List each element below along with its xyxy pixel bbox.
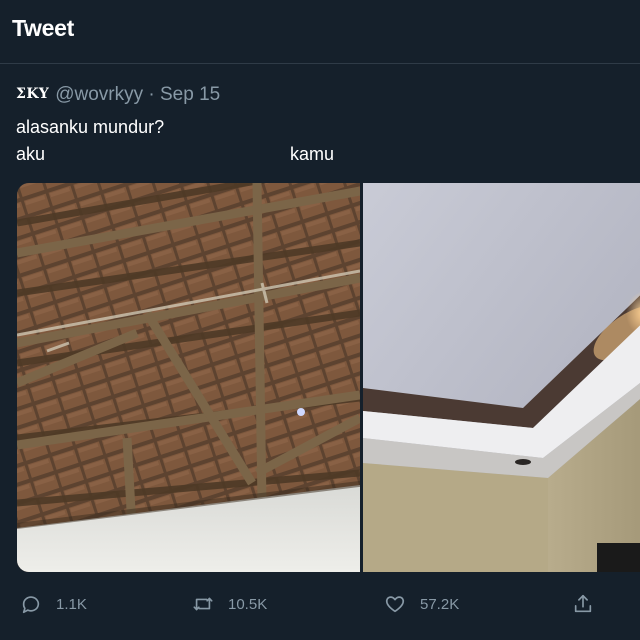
reply-icon	[22, 596, 40, 614]
page-title: Tweet	[12, 15, 74, 41]
tweet-actions: 1.1K 10.5K 57.2K	[0, 588, 640, 620]
share-action[interactable]	[572, 588, 608, 620]
tweet-date[interactable]: Sep 15	[160, 84, 220, 105]
retweet-count: 10.5K	[228, 595, 268, 613]
tweet-label-right: kamu	[290, 144, 335, 164]
display-name[interactable]: ΣKY	[16, 86, 49, 102]
like-action[interactable]: 57.2K	[384, 588, 459, 620]
user-handle[interactable]: @wovrkyy	[55, 84, 143, 105]
tweet-media[interactable]	[17, 183, 640, 572]
tweet-text-line1: alasanku mundur?	[16, 117, 165, 137]
tweet-meta: ΣKY @wovrkyy · Sep 15	[16, 84, 220, 106]
heart-icon	[385, 596, 405, 613]
retweet-action[interactable]: 10.5K	[192, 588, 267, 620]
header-bar: Tweet	[0, 0, 640, 64]
plaster-ceiling-photo[interactable]	[363, 183, 640, 572]
share-icon	[574, 594, 592, 613]
roof-truss-photo[interactable]	[17, 183, 360, 572]
reply-action[interactable]: 1.1K	[20, 588, 87, 620]
retweet-icon	[193, 597, 213, 611]
like-count: 57.2K	[420, 595, 460, 613]
reply-count: 1.1K	[56, 595, 87, 613]
meta-separator: ·	[148, 84, 155, 105]
tweet-label-left: aku	[16, 144, 46, 164]
